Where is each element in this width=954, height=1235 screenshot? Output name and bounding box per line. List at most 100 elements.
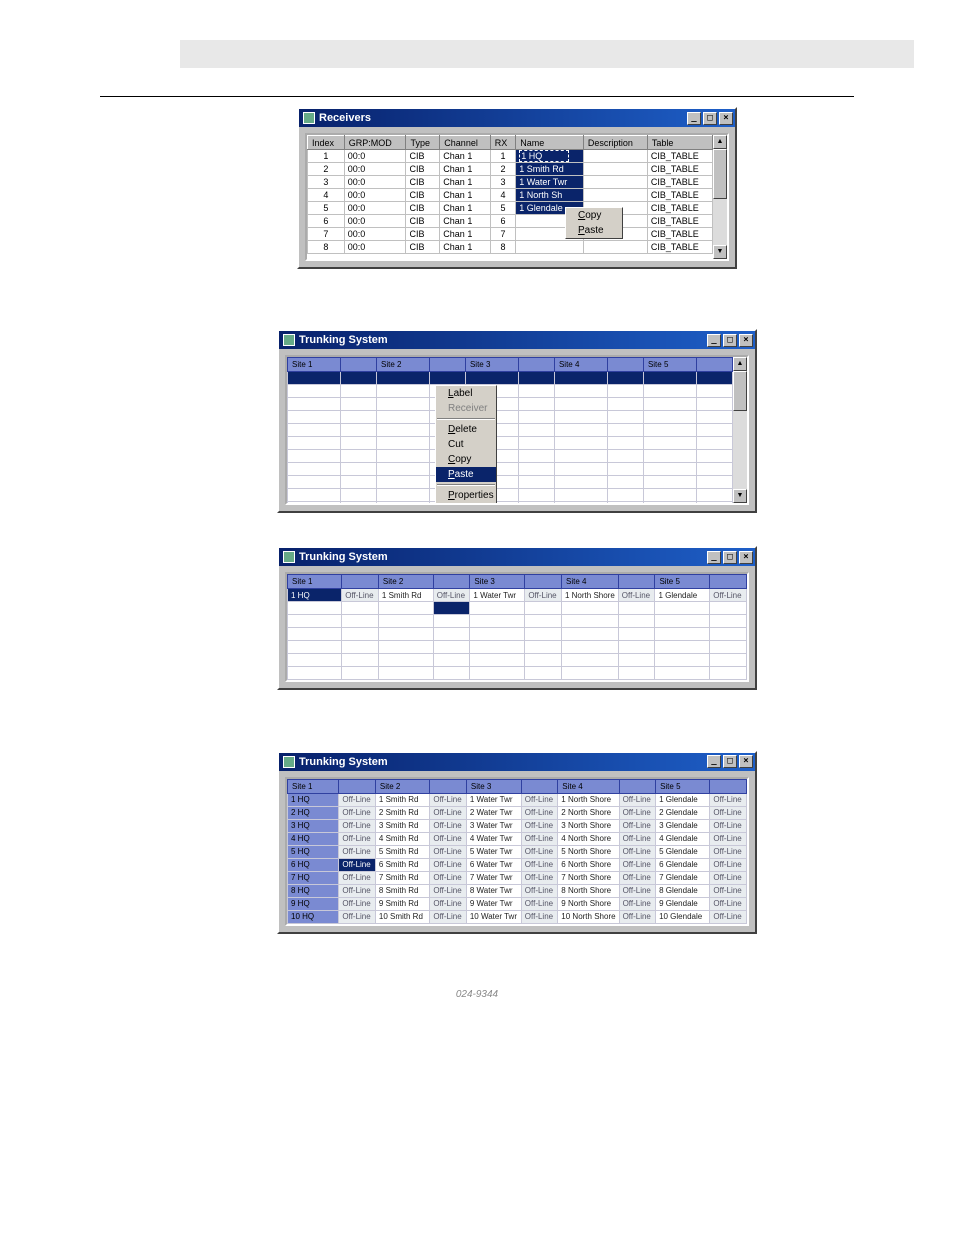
table-cell[interactable] bbox=[341, 372, 377, 385]
site-status-header[interactable] bbox=[710, 779, 747, 793]
cell-desc[interactable] bbox=[583, 176, 647, 189]
cell-desc[interactable] bbox=[583, 241, 647, 254]
table-cell[interactable] bbox=[643, 437, 696, 450]
site-status-header[interactable] bbox=[339, 779, 376, 793]
site-cell[interactable]: 1 HQ bbox=[288, 589, 342, 602]
table-cell[interactable] bbox=[519, 463, 555, 476]
cell-table[interactable]: CIB_TABLE bbox=[647, 241, 712, 254]
table-cell[interactable] bbox=[376, 437, 429, 450]
site-cell[interactable]: 8 North Shore bbox=[558, 884, 619, 897]
column-header[interactable]: Name bbox=[516, 136, 584, 150]
table-cell[interactable] bbox=[341, 437, 377, 450]
table-cell[interactable] bbox=[378, 615, 433, 628]
status-cell[interactable]: Off-Line bbox=[619, 793, 656, 806]
table-cell[interactable] bbox=[608, 437, 644, 450]
column-header[interactable]: Index bbox=[308, 136, 345, 150]
scroll-thumb[interactable] bbox=[733, 371, 747, 411]
cell-table[interactable]: CIB_TABLE bbox=[647, 202, 712, 215]
cell-rx[interactable]: 7 bbox=[490, 228, 516, 241]
site-status-header[interactable] bbox=[697, 358, 733, 372]
status-cell[interactable]: Off-Line bbox=[339, 897, 376, 910]
site-cell[interactable]: 4 Smith Rd bbox=[375, 832, 429, 845]
table-cell[interactable] bbox=[643, 502, 696, 506]
table-cell[interactable] bbox=[470, 602, 525, 615]
table-cell[interactable] bbox=[618, 615, 655, 628]
site-cell[interactable]: 1 North Shore bbox=[561, 589, 618, 602]
status-cell[interactable]: Off-Line bbox=[619, 884, 656, 897]
site-header[interactable]: Site 5 bbox=[655, 575, 710, 589]
context-menu[interactable]: Copy Paste bbox=[565, 207, 623, 239]
table-cell[interactable] bbox=[697, 502, 733, 506]
status-cell[interactable]: Off-Line bbox=[430, 819, 467, 832]
table-cell[interactable] bbox=[643, 450, 696, 463]
status-cell[interactable]: Off-Line bbox=[619, 910, 656, 923]
table-cell[interactable] bbox=[519, 502, 555, 506]
cell-name[interactable]: 1 HQ bbox=[516, 150, 584, 163]
table-cell[interactable] bbox=[288, 615, 342, 628]
table-cell[interactable] bbox=[342, 641, 379, 654]
table-cell[interactable] bbox=[697, 450, 733, 463]
menu-item-paste[interactable]: Paste bbox=[566, 223, 622, 238]
cell-rx[interactable]: 8 bbox=[490, 241, 516, 254]
table-cell[interactable] bbox=[561, 615, 618, 628]
cell-table[interactable]: CIB_TABLE bbox=[647, 176, 712, 189]
receivers-table[interactable]: IndexGRP:MODTypeChannelRXNameDescription… bbox=[307, 135, 713, 254]
site-cell[interactable]: 2 North Shore bbox=[558, 806, 619, 819]
site-header[interactable]: Site 5 bbox=[656, 779, 710, 793]
status-cell[interactable]: Off-Line bbox=[710, 819, 747, 832]
site-status-header[interactable] bbox=[618, 575, 655, 589]
cell-rx[interactable]: 3 bbox=[490, 176, 516, 189]
site-header[interactable]: Site 1 bbox=[288, 779, 339, 793]
maximize-button[interactable]: □ bbox=[723, 755, 737, 768]
table-cell[interactable] bbox=[376, 463, 429, 476]
table-cell[interactable] bbox=[378, 680, 433, 683]
titlebar[interactable]: Trunking System _ □ × bbox=[279, 331, 755, 349]
scroll-up-button[interactable]: ▲ bbox=[713, 135, 727, 149]
cell-grp[interactable]: 00:0 bbox=[344, 150, 406, 163]
table-cell[interactable] bbox=[697, 372, 733, 385]
cell-rx[interactable]: 4 bbox=[490, 189, 516, 202]
scroll-down-button[interactable]: ▼ bbox=[733, 489, 747, 503]
status-cell[interactable]: Off-Line bbox=[619, 897, 656, 910]
status-cell[interactable]: Off-Line bbox=[619, 858, 656, 871]
maximize-button[interactable]: □ bbox=[723, 334, 737, 347]
cell-idx[interactable]: 4 bbox=[308, 189, 345, 202]
cell-chan[interactable]: Chan 1 bbox=[440, 163, 490, 176]
cell-chan[interactable]: Chan 1 bbox=[440, 228, 490, 241]
minimize-button[interactable]: _ bbox=[707, 334, 721, 347]
table-cell[interactable] bbox=[341, 463, 377, 476]
table-cell[interactable] bbox=[697, 463, 733, 476]
table-cell[interactable] bbox=[710, 615, 747, 628]
cell-table[interactable]: CIB_TABLE bbox=[647, 163, 712, 176]
cell-idx[interactable]: 3 bbox=[308, 176, 345, 189]
cell-name[interactable]: 1 Smith Rd bbox=[516, 163, 584, 176]
table-cell[interactable] bbox=[288, 424, 341, 437]
site-cell[interactable]: 3 North Shore bbox=[558, 819, 619, 832]
table-cell[interactable] bbox=[554, 424, 607, 437]
status-cell[interactable]: Off-Line bbox=[339, 793, 376, 806]
table-cell[interactable] bbox=[341, 450, 377, 463]
site-cell[interactable]: 10 Water Twr bbox=[466, 910, 521, 923]
table-cell[interactable] bbox=[697, 489, 733, 502]
table-cell[interactable] bbox=[288, 411, 341, 424]
cell-idx[interactable]: 6 bbox=[308, 215, 345, 228]
column-header[interactable]: GRP:MOD bbox=[344, 136, 406, 150]
column-header[interactable]: Channel bbox=[440, 136, 490, 150]
status-cell[interactable]: Off-Line bbox=[433, 589, 470, 602]
cell-chan[interactable]: Chan 1 bbox=[440, 241, 490, 254]
table-cell[interactable] bbox=[288, 398, 341, 411]
table-cell[interactable] bbox=[288, 476, 341, 489]
status-cell[interactable]: Off-Line bbox=[430, 793, 467, 806]
table-cell[interactable] bbox=[525, 680, 562, 683]
trunking-table[interactable]: Site 1Site 2Site 3Site 4Site 5 1 HQOff-L… bbox=[287, 779, 747, 924]
vertical-scrollbar[interactable]: ▲ ▼ bbox=[733, 357, 747, 503]
column-header[interactable]: Description bbox=[583, 136, 647, 150]
table-cell[interactable] bbox=[378, 602, 433, 615]
cell-chan[interactable]: Chan 1 bbox=[440, 189, 490, 202]
table-cell[interactable] bbox=[525, 654, 562, 667]
table-cell[interactable] bbox=[519, 489, 555, 502]
cell-table[interactable]: CIB_TABLE bbox=[647, 150, 712, 163]
site-cell[interactable]: 2 Glendale bbox=[656, 806, 710, 819]
menu-item-copy[interactable]: Copy bbox=[566, 208, 622, 223]
cell-type[interactable]: CIB bbox=[406, 215, 440, 228]
